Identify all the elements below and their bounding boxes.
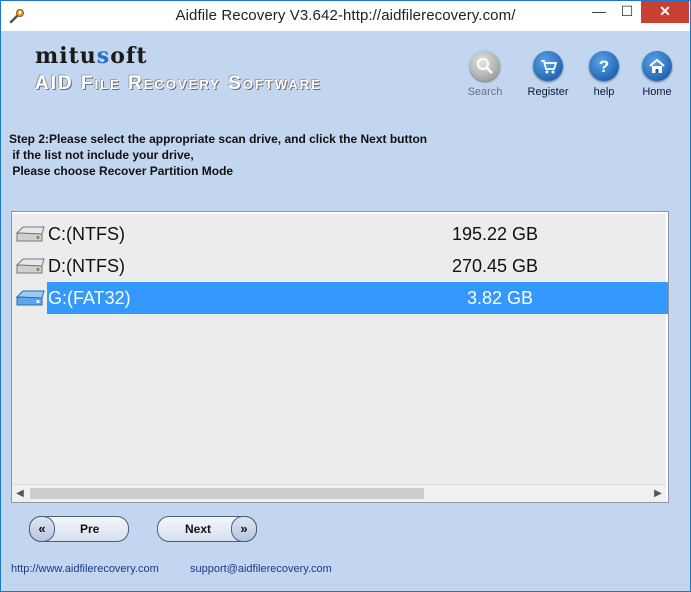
brand-logo: mitusoft xyxy=(35,43,148,69)
drive-row-selected[interactable]: G:(FAT32) 3.82 GB xyxy=(12,282,668,314)
scroll-right-icon[interactable]: ▶ xyxy=(650,485,666,502)
title-bar: Aidfile Recovery V3.642-http://aidfilere… xyxy=(1,1,690,31)
main-panel: mitusoft AID File Recovery Software Sear… xyxy=(9,31,682,583)
close-button[interactable]: ✕ xyxy=(641,1,689,23)
hard-drive-icon xyxy=(15,290,45,306)
instruction-line-1: Step 2:Please select the appropriate sca… xyxy=(9,132,428,146)
instruction-line-2: if the list not include your drive, xyxy=(9,148,194,162)
hard-drive-icon xyxy=(15,258,45,274)
product-name: AID File Recovery Software xyxy=(35,73,322,94)
cart-icon xyxy=(533,51,563,81)
search-label: Search xyxy=(467,86,503,98)
drive-size: 3.82 GB xyxy=(467,288,534,308)
scrollbar-thumb[interactable] xyxy=(30,488,424,499)
scroll-left-icon[interactable]: ◀ xyxy=(12,485,28,502)
brand-logo-part2: s xyxy=(96,43,111,69)
drive-list[interactable]: C:(NTFS) 195.22 GB D:(NTFS) 270.45 GB G:… xyxy=(11,211,669,503)
instruction-line-3: Please choose Recover Partition Mode xyxy=(9,164,234,178)
website-link[interactable]: http://www.aidfilerecovery.com xyxy=(11,563,159,575)
home-button[interactable]: Home xyxy=(629,51,685,98)
drive-row[interactable]: C:(NTFS) 195.22 GB xyxy=(12,218,666,250)
drive-name: G:(FAT32) xyxy=(48,288,131,308)
support-email-link[interactable]: support@aidfilerecovery.com xyxy=(190,563,332,575)
app-window: Aidfile Recovery V3.642-http://aidfilere… xyxy=(0,0,691,592)
svg-text:?: ? xyxy=(599,57,609,76)
selection-highlight xyxy=(47,282,668,314)
horizontal-scrollbar[interactable]: ◀ ▶ xyxy=(12,484,666,502)
brand-logo-part1: mitu xyxy=(35,43,97,69)
pre-button[interactable]: « Pre xyxy=(29,516,129,542)
home-label: Home xyxy=(642,86,672,98)
double-chevron-right-icon: » xyxy=(231,516,257,542)
search-button[interactable]: Search xyxy=(457,51,513,98)
pre-label: Pre xyxy=(80,522,100,536)
search-icon xyxy=(470,51,500,81)
double-chevron-left-icon: « xyxy=(29,516,55,542)
instructions: Step 2:Please select the appropriate sca… xyxy=(9,131,427,179)
drive-row[interactable]: D:(NTFS) 270.45 GB xyxy=(12,250,666,282)
drive-name: C:(NTFS) xyxy=(48,224,125,244)
drive-name: D:(NTFS) xyxy=(48,256,125,276)
drive-list-body: C:(NTFS) 195.22 GB D:(NTFS) 270.45 GB G:… xyxy=(12,214,668,486)
register-label: Register xyxy=(527,86,569,98)
next-label: Next xyxy=(185,522,212,536)
drive-size: 270.45 GB xyxy=(452,256,539,276)
drive-size: 195.22 GB xyxy=(452,224,539,244)
home-icon xyxy=(642,51,672,81)
minimize-button[interactable]: — xyxy=(585,1,613,23)
hard-drive-icon xyxy=(15,226,45,242)
maximize-button[interactable]: ☐ xyxy=(613,1,641,23)
question-icon: ? xyxy=(589,51,619,81)
register-button[interactable]: Register xyxy=(520,51,576,98)
help-label: help xyxy=(593,86,615,98)
help-button[interactable]: ? help xyxy=(576,51,632,98)
brand-logo-part3: oft xyxy=(110,43,148,69)
next-button[interactable]: Next » xyxy=(157,516,257,542)
